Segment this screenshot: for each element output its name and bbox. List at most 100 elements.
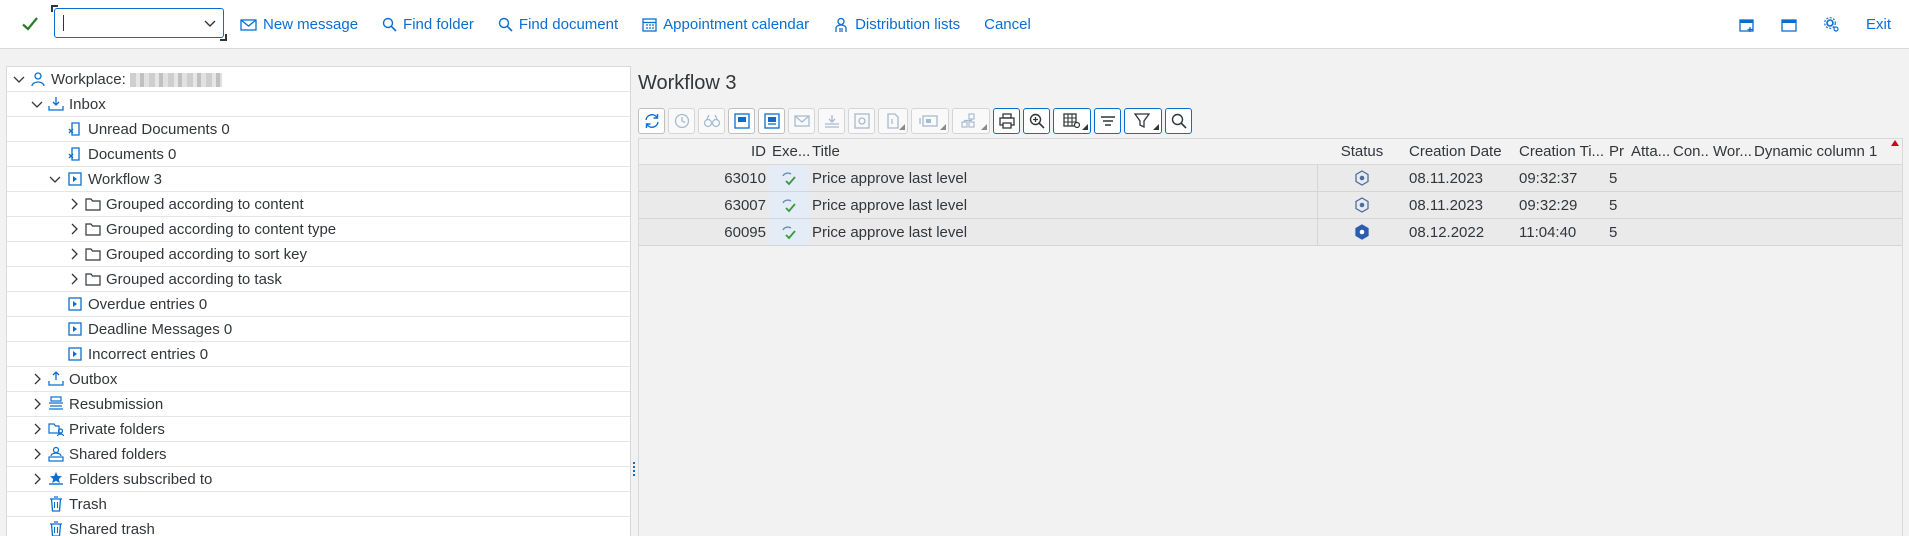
column-title[interactable]: Title	[809, 139, 1318, 164]
distribution-lists-button[interactable]: Distribution lists	[833, 16, 960, 33]
chevron-right-icon[interactable]	[30, 397, 44, 411]
chevron-down-icon[interactable]	[48, 172, 62, 186]
document-menu-button[interactable]	[878, 108, 908, 134]
column-creation-date[interactable]: Creation Date	[1406, 139, 1516, 164]
settings-button[interactable]	[1823, 16, 1840, 33]
chevron-right-icon[interactable]	[67, 272, 81, 286]
find-folder-button[interactable]: Find folder	[382, 16, 474, 33]
chevron-right-icon[interactable]	[67, 222, 81, 236]
tree-row-private-folders[interactable]: Private folders	[7, 417, 630, 442]
column-priority[interactable]: Pr	[1606, 139, 1628, 164]
find-document-button[interactable]: Find document	[498, 16, 618, 33]
layout-settings-button[interactable]	[1053, 108, 1091, 134]
tree-row-overdue[interactable]: Overdue entries 0	[7, 292, 630, 317]
cell-creation-date: 08.12.2022	[1409, 223, 1485, 241]
cancel-button[interactable]: Cancel	[984, 16, 1031, 33]
chevron-right-icon[interactable]	[30, 447, 44, 461]
tree-row-grouped-content-type[interactable]: Grouped according to content type	[7, 217, 630, 242]
table-row[interactable]: 63007 Price approve last level 08.11.202…	[639, 192, 1902, 219]
tree-row-shared-trash[interactable]: Shared trash	[7, 517, 630, 536]
reserve-button[interactable]	[848, 108, 875, 134]
tree-row-resubmission[interactable]: Resubmission	[7, 392, 630, 417]
tree-row-grouped-task[interactable]: Grouped according to task	[7, 267, 630, 292]
chevron-down-icon[interactable]	[12, 72, 26, 86]
command-field[interactable]	[51, 5, 227, 41]
column-exe[interactable]: Exe...	[769, 139, 809, 164]
cell-exe[interactable]	[769, 219, 809, 245]
tree-row-inbox[interactable]: Inbox	[7, 92, 630, 117]
document-icon	[68, 122, 80, 136]
mail-button[interactable]	[788, 108, 815, 134]
panel-splitter[interactable]	[632, 460, 636, 478]
chevron-right-icon[interactable]	[67, 197, 81, 211]
resubmit-button[interactable]	[668, 108, 695, 134]
execute-box-icon	[763, 113, 780, 129]
tree-row-workflow[interactable]: Workflow 3	[7, 167, 630, 192]
tree-row-subscribed-folders[interactable]: Folders subscribed to	[7, 467, 630, 492]
column-creation-time[interactable]: Creation Ti...	[1516, 139, 1606, 164]
workflow-icon	[68, 322, 82, 336]
tree-row-documents[interactable]: Documents 0	[7, 142, 630, 167]
attachment-menu-button[interactable]	[911, 108, 949, 134]
cell-exe[interactable]	[769, 192, 809, 218]
column-wor[interactable]: Wor...	[1710, 139, 1751, 164]
find-button[interactable]	[1165, 108, 1192, 134]
layout-menu-button[interactable]	[952, 108, 990, 134]
chevron-right-icon[interactable]	[67, 247, 81, 261]
column-status[interactable]: Status	[1318, 139, 1406, 164]
tree-row-grouped-content[interactable]: Grouped according to content	[7, 192, 630, 217]
tree-label: Grouped according to sort key	[106, 245, 307, 263]
workflow-icon	[68, 297, 82, 311]
details-button[interactable]	[1023, 108, 1050, 134]
refresh-button[interactable]	[638, 108, 665, 134]
table-row[interactable]: 63010 Price approve last level 08.11.202…	[639, 165, 1902, 192]
tree-row-grouped-sort-key[interactable]: Grouped according to sort key	[7, 242, 630, 267]
print-button[interactable]	[993, 108, 1020, 134]
folder-icon	[85, 223, 101, 236]
sort-button[interactable]	[1094, 108, 1121, 134]
enter-button[interactable]	[15, 9, 45, 39]
tree-row-deadline-messages[interactable]: Deadline Messages 0	[7, 317, 630, 342]
filter-button[interactable]	[1124, 108, 1162, 134]
resubmission-icon	[49, 396, 63, 410]
tree-label: Deadline Messages 0	[88, 320, 233, 338]
tree-row-workplace[interactable]: Workplace:	[7, 67, 630, 92]
table-row[interactable]: 60095 Price approve last level 08.12.202…	[639, 219, 1902, 246]
reserve-icon	[853, 113, 870, 129]
column-dynamic[interactable]: Dynamic column 1	[1751, 139, 1901, 164]
sort-indicator	[1891, 140, 1899, 146]
tree-row-trash[interactable]: Trash	[7, 492, 630, 517]
chevron-down-icon[interactable]	[203, 16, 217, 30]
calendar-icon	[642, 18, 657, 32]
zoom-in-icon	[1029, 113, 1045, 129]
column-id[interactable]: ID	[639, 139, 769, 164]
cell-creation-time: 09:32:29	[1519, 196, 1578, 214]
appointment-calendar-button[interactable]: Appointment calendar	[642, 16, 809, 33]
cell-exe[interactable]	[769, 165, 809, 191]
cell-id: 63010	[724, 169, 766, 187]
tree-row-incorrect-entries[interactable]: Incorrect entries 0	[7, 342, 630, 367]
execute-button[interactable]	[728, 108, 755, 134]
chevron-right-icon[interactable]	[30, 372, 44, 386]
execute-all-button[interactable]	[758, 108, 785, 134]
chevron-down-icon[interactable]	[30, 97, 44, 111]
new-message-button[interactable]: New message	[240, 16, 358, 33]
trash-icon	[50, 521, 62, 536]
window-button[interactable]	[1781, 17, 1797, 33]
chevron-right-icon[interactable]	[30, 472, 44, 486]
appointment-calendar-label: Appointment calendar	[663, 16, 810, 33]
tree-row-outbox[interactable]: Outbox	[7, 367, 630, 392]
column-con[interactable]: Con...	[1670, 139, 1710, 164]
chevron-right-icon[interactable]	[30, 422, 44, 436]
new-window-button[interactable]	[1739, 17, 1755, 33]
distribution-list-icon	[835, 17, 847, 32]
forward-button[interactable]	[818, 108, 845, 134]
tree-row-shared-folders[interactable]: Shared folders	[7, 442, 630, 467]
column-attachments[interactable]: Atta...	[1628, 139, 1670, 164]
tree-row-unread-documents[interactable]: Unread Documents 0	[7, 117, 630, 142]
exit-button[interactable]: Exit	[1866, 16, 1891, 33]
table-header: ID Exe... Title Status Creation Date Cre…	[639, 139, 1902, 165]
display-button[interactable]	[698, 108, 725, 134]
user-icon	[31, 72, 45, 87]
tree-label: Inbox	[69, 95, 106, 113]
